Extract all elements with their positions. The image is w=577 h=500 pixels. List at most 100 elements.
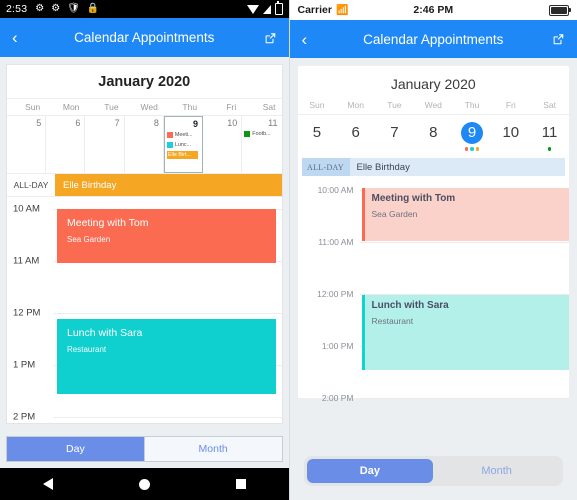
date-cell[interactable]: 9 <box>453 122 492 151</box>
date-number: 11 <box>268 118 278 128</box>
date-cell[interactable]: 11 Footb... <box>242 116 281 173</box>
date-number: 7 <box>390 124 399 141</box>
weekday-label: Tue <box>387 100 402 110</box>
event-dots <box>464 147 480 151</box>
page-title: Calendar Appointments <box>363 31 504 47</box>
android-screen: 2:53 ⚙ ⚙ 🛡 🔒 ‹ Calendar Appointments Jan… <box>0 0 289 500</box>
back-icon[interactable]: ‹ <box>12 29 18 46</box>
all-day-event[interactable]: Elle Birthday <box>55 174 282 196</box>
all-day-event[interactable]: Elle Birthday <box>349 158 565 176</box>
mini-event[interactable]: Elle Birt... <box>166 151 199 159</box>
hour-label: 12 PM <box>13 307 41 319</box>
back-icon[interactable]: ‹ <box>302 31 308 48</box>
date-cells-row[interactable]: 5 6 7 8 9 10 11 <box>298 115 570 156</box>
signal-icon <box>262 4 271 14</box>
event-color-swatch <box>166 142 173 148</box>
hour-label: 2 PM <box>13 411 36 423</box>
weekday-label: Mon <box>62 102 80 112</box>
all-day-row: ALL-DAY Elle Birthday <box>301 158 565 176</box>
event-dot <box>475 147 480 151</box>
event-dot <box>470 147 474 151</box>
hour-label: 12:00 PM <box>317 289 354 299</box>
date-number: 5 <box>36 118 42 128</box>
ios-status-clock: 2:46 PM <box>413 4 454 16</box>
tab-day[interactable]: Day <box>7 437 144 461</box>
tab-month[interactable]: Month <box>433 459 560 483</box>
external-link-icon[interactable] <box>263 31 277 45</box>
date-number: 8 <box>429 124 438 141</box>
ios-app-bar: ‹ Calendar Appointments <box>289 20 577 58</box>
date-number: 6 <box>351 124 360 141</box>
appointment-title: Meeting with Tom <box>67 217 149 229</box>
dual-phone-screenshot: 2:53 ⚙ ⚙ 🛡 🔒 ‹ Calendar Appointments Jan… <box>0 0 577 500</box>
ios-day-schedule[interactable]: 10:00 AM 11:00 AM 12:00 PM 1:00 PM 2:00 PM Me… <box>297 176 569 403</box>
hour-label: 10:00 AM <box>317 185 354 195</box>
android-app-bar: ‹ Calendar Appointments <box>0 18 289 57</box>
mini-event[interactable]: Footb... <box>244 130 277 138</box>
weekday-label: Mon <box>347 100 364 110</box>
ios-content: January 2020 Sun Mon Tue Wed Thu Fri Sat 5 6 7 8 9… <box>290 58 577 403</box>
date-cell[interactable]: 5 <box>7 116 47 173</box>
hour-gridline <box>359 398 569 399</box>
battery-icon <box>274 1 283 15</box>
back-triangle-icon[interactable] <box>42 478 53 490</box>
event-color-swatch <box>244 131 251 137</box>
wifi-icon <box>246 4 259 14</box>
weekday-label: Thu <box>464 100 480 110</box>
appointment-block[interactable]: Meeting with Tom Sea Garden <box>57 209 276 263</box>
appointment-block[interactable]: Lunch with Sara Restaurant <box>361 295 569 370</box>
date-cell[interactable]: 6 <box>336 122 375 151</box>
month-title: January 2020 <box>390 76 476 92</box>
date-cell[interactable]: 7 <box>85 116 125 173</box>
appointment-color-bar <box>361 295 365 370</box>
android-day-schedule[interactable]: 10 AM 11 AM 12 PM 1 PM 2 PM Meeting with Tom S… <box>7 196 282 423</box>
date-cell[interactable]: 7 <box>375 122 414 151</box>
android-status-right-icons <box>246 1 283 15</box>
hour-label: 2:00 PM <box>321 393 354 403</box>
ios-view-segmented-control[interactable]: Day Month <box>303 456 563 486</box>
appointment-title: Meeting with Tom <box>371 193 456 204</box>
date-cell[interactable]: 5 <box>298 122 337 151</box>
date-cell[interactable]: 6 <box>46 116 86 173</box>
appointment-block[interactable]: Meeting with Tom Sea Garden <box>361 188 569 241</box>
date-cell[interactable]: 8 <box>125 116 164 173</box>
date-cell[interactable]: 10 <box>203 116 243 173</box>
date-cell[interactable]: 9 Meeti... Lunc... Elle Birt... <box>163 116 204 173</box>
mini-event[interactable]: Meeti... <box>166 131 198 139</box>
ios-screen: Carrier 📶 2:46 PM ‹ Calendar Appointment… <box>288 0 577 500</box>
date-number: 6 <box>75 118 81 128</box>
external-link-icon[interactable] <box>551 32 565 46</box>
date-cells-row: 5 6 7 8 9 Meeti... Lunc... Elle Birt... 10 11 Foot… <box>7 116 282 173</box>
hour-gridline <box>53 417 282 418</box>
tab-day[interactable]: Day <box>306 459 434 483</box>
appointment-block[interactable]: Lunch with Sara Restaurant <box>57 319 276 394</box>
appointment-title: Lunch with Sara <box>371 300 449 311</box>
hour-label: 1 PM <box>13 359 36 371</box>
recents-square-icon[interactable] <box>235 479 246 489</box>
date-cell[interactable]: 8 <box>414 122 453 151</box>
android-content: January 2020 Sun Mon Tue Wed Thu Fri Sat 56789… <box>0 57 289 424</box>
date-number: 11 <box>541 124 558 141</box>
hour-gridline <box>359 242 569 243</box>
date-cell[interactable]: 10 <box>491 122 530 151</box>
hour-label: 11:00 AM <box>318 237 354 247</box>
event-dot <box>547 147 552 151</box>
tab-month[interactable]: Month <box>143 437 282 461</box>
date-number: 5 <box>312 124 322 141</box>
lock-icon: 🔒 <box>86 3 100 14</box>
hour-label: 10 AM <box>13 203 40 215</box>
event-color-swatch <box>166 132 173 138</box>
home-circle-icon[interactable] <box>138 478 150 490</box>
date-number: 7 <box>114 118 120 128</box>
weekday-label: Thu <box>182 102 198 112</box>
weekday-label: Sun <box>25 102 41 112</box>
date-cell[interactable]: 11 <box>530 122 569 151</box>
gear-icon: ⚙ <box>35 3 45 14</box>
android-view-segmented-control[interactable]: Day Month <box>6 436 283 462</box>
mini-event[interactable]: Lunc... <box>166 141 198 149</box>
ios-calendar-card: January 2020 Sun Mon Tue Wed Thu Fri Sat 5 6 7 8 9… <box>297 66 570 403</box>
appointment-location: Sea Garden <box>371 208 418 219</box>
weekday-label: Wed <box>424 100 442 110</box>
hour-label: 1:00 PM <box>321 341 354 351</box>
weekday-label: Tue <box>104 102 119 112</box>
